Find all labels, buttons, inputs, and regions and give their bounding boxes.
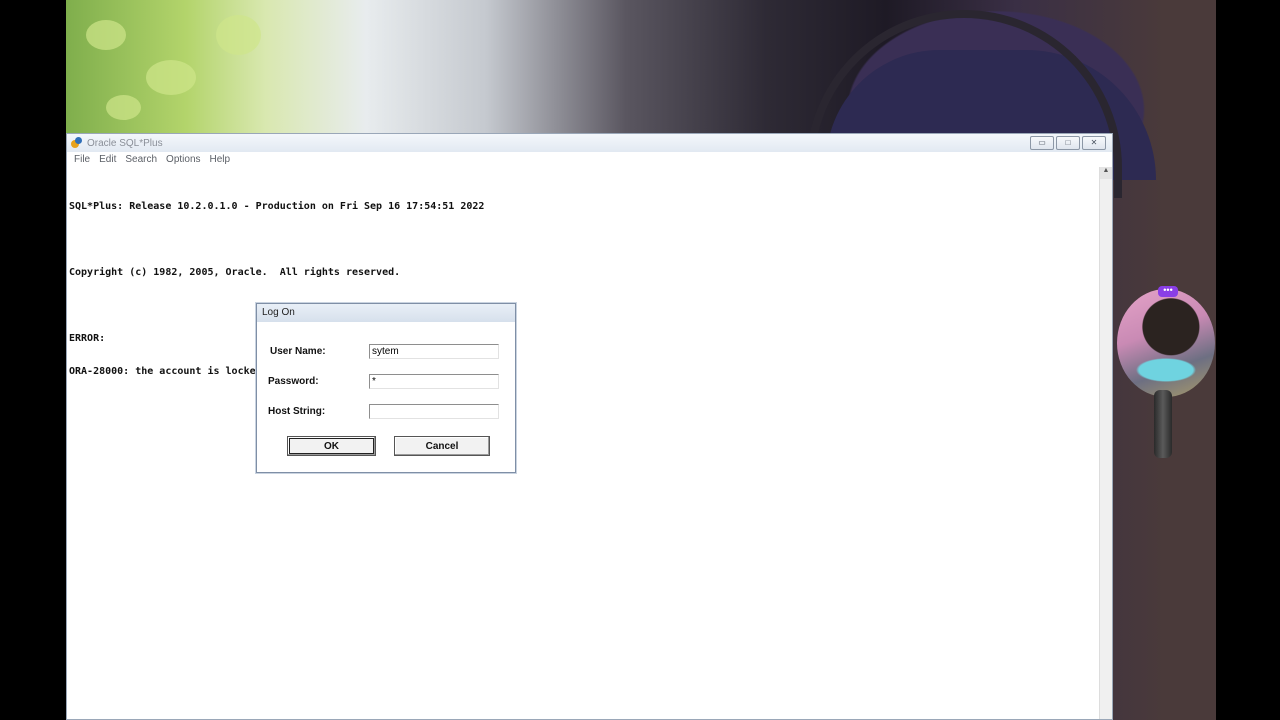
menu-help[interactable]: Help — [210, 154, 231, 165]
close-icon[interactable]: ✕ — [1082, 136, 1106, 150]
menu-file[interactable]: File — [74, 154, 90, 165]
host-row: Host String: — [257, 404, 515, 422]
password-input[interactable] — [369, 374, 499, 389]
host-string-input[interactable] — [369, 404, 499, 419]
webcam-overlay — [1117, 289, 1215, 397]
username-row: User Name: — [257, 344, 515, 362]
minimize-icon[interactable]: ▭ — [1030, 136, 1054, 150]
window-controls: ▭ □ ✕ — [1030, 136, 1106, 150]
logon-dialog: Log On User Name: Password: Host String:… — [256, 303, 516, 473]
ok-button[interactable]: OK — [287, 436, 376, 456]
menu-bar: File Edit Search Options Help — [67, 152, 1112, 167]
password-row: Password: — [257, 374, 515, 392]
console-line: ORA-28000: the account is locked — [69, 366, 262, 377]
username-input[interactable] — [369, 344, 499, 359]
wallpaper-leaf — [146, 60, 196, 95]
console-line: Copyright (c) 1982, 2005, Oracle. All ri… — [69, 267, 401, 278]
wallpaper-leaf — [86, 20, 126, 50]
microphone — [1154, 390, 1172, 458]
console-output[interactable]: SQL*Plus: Release 10.2.0.1.0 - Productio… — [69, 179, 1099, 399]
sqlplus-window: Oracle SQL*Plus ▭ □ ✕ File Edit Search O… — [66, 133, 1113, 720]
window-titlebar[interactable]: Oracle SQL*Plus ▭ □ ✕ — [67, 134, 1112, 152]
dialog-title: Log On — [257, 304, 515, 322]
scroll-up-icon[interactable]: ▲ — [1100, 167, 1112, 179]
menu-edit[interactable]: Edit — [99, 154, 116, 165]
console-line: SQL*Plus: Release 10.2.0.1.0 - Productio… — [69, 201, 485, 212]
cancel-button[interactable]: Cancel — [394, 436, 490, 456]
username-label: User Name: — [270, 346, 326, 357]
menu-search[interactable]: Search — [125, 154, 157, 165]
password-label: Password: — [268, 376, 319, 387]
host-string-label: Host String: — [268, 406, 326, 417]
maximize-icon[interactable]: □ — [1056, 136, 1080, 150]
wallpaper-leaf — [216, 15, 261, 55]
wallpaper-leaf — [106, 95, 141, 120]
console-line: ERROR: — [69, 333, 106, 344]
sqlplus-app-icon — [71, 137, 83, 149]
menu-options[interactable]: Options — [166, 154, 200, 165]
window-title: Oracle SQL*Plus — [87, 137, 163, 149]
webcam-options-icon[interactable]: ••• — [1158, 286, 1178, 297]
vertical-scrollbar[interactable]: ▲ — [1099, 167, 1112, 719]
